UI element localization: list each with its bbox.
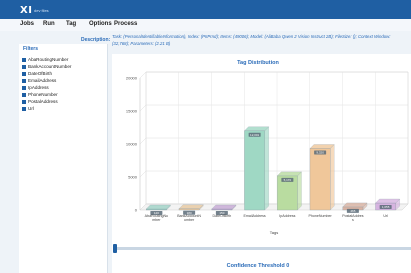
bar-top	[375, 198, 401, 204]
description-label: Description:	[81, 37, 111, 43]
gridline-diagonal	[139, 170, 147, 178]
bar-side	[297, 171, 302, 211]
menu-run[interactable]: Run	[43, 21, 55, 27]
filter-label: DateOfBirth	[28, 71, 52, 76]
app-header: XI dev files	[0, 0, 411, 19]
bar-front	[309, 148, 331, 211]
bar-top	[145, 204, 171, 210]
bar-side	[264, 126, 269, 211]
filters-panel: Filters AbaRoutingNumber BankAccountNumb…	[19, 44, 108, 273]
checkbox-checked-icon[interactable]	[22, 78, 26, 83]
x-tick-label: IpAddress	[279, 214, 295, 218]
bar-top	[211, 204, 237, 210]
x-tick-label: EmailAddress	[244, 214, 266, 218]
bar-top	[309, 144, 335, 149]
x-tick-label: s	[352, 218, 354, 222]
checkbox-checked-icon[interactable]	[22, 92, 26, 97]
menu-process[interactable]: Process	[114, 21, 137, 27]
gridline-diagonal	[139, 137, 147, 145]
menu-options[interactable]: Options	[89, 21, 112, 27]
x-tick-label: PhoneNumber	[309, 214, 333, 218]
data-label: 465	[350, 209, 355, 213]
y-tick-label: 15000	[126, 109, 138, 114]
menu-jobs[interactable]: Jobs	[20, 21, 34, 27]
y-tick-label: 20000	[126, 76, 138, 81]
filter-label: AbaRoutingNumber	[28, 57, 69, 62]
y-tick-label: 5000	[128, 175, 138, 180]
filter-item-url[interactable]: Url	[22, 105, 34, 112]
y-tick-label: 10000	[126, 142, 138, 147]
filter-label: PhoneNumber	[28, 92, 58, 97]
x-tick-label: umber	[184, 218, 195, 222]
filter-label: EmailAddress	[28, 78, 57, 83]
filter-item-aba-routing-number[interactable]: AbaRoutingNumber	[22, 56, 68, 63]
app-logo: XI	[20, 5, 33, 16]
filter-label: BankAccountNumber	[28, 64, 72, 69]
filter-label: Url	[28, 106, 34, 111]
menu-tag[interactable]: Tag	[66, 21, 76, 27]
checkbox-checked-icon[interactable]	[22, 99, 26, 104]
bar-side	[330, 144, 335, 211]
filter-label: IpAddress	[28, 85, 49, 90]
filter-item-date-of-birth[interactable]: DateOfBirth	[22, 70, 52, 77]
x-axis-label: Tags	[270, 230, 278, 235]
filter-item-ip-address[interactable]: IpAddress	[22, 84, 49, 91]
confidence-slider-track[interactable]	[114, 247, 411, 250]
menu-bar: Jobs Run Tag Options Process	[0, 19, 411, 31]
filter-item-email-address[interactable]: EmailAddress	[22, 77, 56, 84]
bar-top	[276, 171, 302, 177]
filter-label: PostalAddress	[28, 99, 58, 104]
confidence-threshold-label: Confidence Threshold 0	[226, 263, 290, 269]
filter-item-phone-number[interactable]: PhoneNumber	[22, 91, 58, 98]
x-tick-label: mber	[152, 218, 161, 222]
x-tick-label: DateOfBirth	[212, 214, 231, 218]
tag-distribution-chart: 05000100001500020000120AbaRoutingNumber1…	[126, 71, 409, 235]
data-label: 12,001	[250, 133, 260, 137]
gridline-diagonal	[139, 104, 147, 112]
bar-front	[244, 130, 265, 211]
confidence-slider-thumb[interactable]	[113, 244, 117, 253]
checkbox-checked-icon[interactable]	[22, 57, 26, 62]
bar-top	[342, 202, 368, 208]
description-text: Task: (PersonalIdentifiableInformation),…	[112, 34, 391, 46]
data-label: 1,055	[382, 205, 390, 209]
filter-item-bank-account-number[interactable]: BankAccountNumber	[22, 63, 71, 70]
checkbox-checked-icon[interactable]	[22, 106, 26, 111]
chart-grid	[139, 71, 409, 211]
checkbox-checked-icon[interactable]	[22, 85, 26, 90]
checkbox-checked-icon[interactable]	[22, 71, 26, 76]
data-label: 5,170	[284, 178, 292, 182]
bar-top	[178, 204, 204, 209]
x-tick-label: Url	[383, 214, 388, 218]
filters-title: Filters	[23, 46, 39, 52]
filter-item-postal-address[interactable]: PostalAddress	[22, 98, 58, 105]
data-label: 9,320	[316, 150, 324, 154]
app-logo-subtitle: dev files	[34, 8, 49, 13]
gridline-diagonal	[139, 71, 147, 79]
y-tick-label: 0	[135, 208, 138, 213]
checkbox-checked-icon[interactable]	[22, 64, 26, 69]
bar-top	[244, 126, 270, 131]
